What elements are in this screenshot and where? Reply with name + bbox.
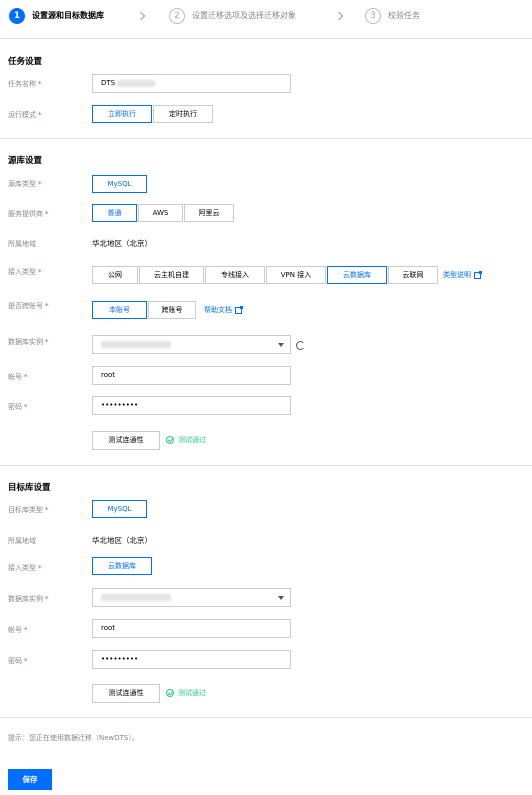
target-account-label: 帐号 * [8,626,28,634]
run-mode-immediate-button[interactable]: 立即执行 [92,105,152,123]
source-type-label: 源库类型 * [8,180,42,188]
source-password-input[interactable]: ••••••••• [92,396,291,415]
source-account-input[interactable]: root [92,366,291,385]
target-password-label: 密码 * [8,657,28,665]
target-password-input[interactable]: ••••••••• [92,650,291,669]
step-2-number: 2 [169,8,185,24]
help-doc-link[interactable]: 帮助文档 [204,305,243,315]
provider-label: 服务提供商 * [8,210,49,218]
cross-account-other-button[interactable]: 跨账号 [148,301,196,319]
step-1-label: 设置源和目标数据库 [32,11,104,20]
target-type-mysql-button[interactable]: MySQL [92,500,147,518]
run-mode-label: 运行模式 * [8,111,42,119]
target-instance-select[interactable] [92,588,291,607]
chevron-right-icon [136,11,146,21]
target-account-input[interactable]: root [92,619,291,638]
access-cloud-db-button[interactable]: 云数据库 [327,266,387,284]
source-region-value: 华北地区（北京） [92,239,152,248]
divider [0,138,532,139]
target-test-connection-button[interactable]: 测试连通性 [92,684,160,703]
target-access-label: 接入类型 * [8,564,42,572]
source-access-label: 接入类型 * [8,268,42,276]
step-3-label: 校验任务 [388,11,420,20]
section-title-task: 任务设置 [8,57,43,67]
refresh-icon[interactable] [296,341,305,350]
source-test-result: 测试通过 [166,435,206,445]
cross-account-self-button[interactable]: 本账号 [92,301,147,319]
chevron-down-icon [278,596,284,600]
provider-normal-button[interactable]: 普通 [92,204,137,222]
source-account-label: 帐号 * [8,373,28,381]
external-link-icon [235,305,243,314]
step-1-number: 1 [9,8,25,24]
check-circle-icon [166,689,174,697]
external-link-icon [474,270,482,279]
task-name-label: 任务名称 * [8,80,42,88]
task-name-input[interactable]: DTS [92,74,291,93]
step-3-number: 3 [365,8,381,24]
access-public-button[interactable]: 公网 [92,266,138,284]
access-ccn-button[interactable]: 云联网 [388,266,438,284]
access-vpn-button[interactable]: VPN 接入 [266,266,326,284]
divider [0,717,532,718]
divider [0,465,532,466]
access-type-help-link[interactable]: 类型说明 [443,270,482,280]
target-instance-label: 数据库实例 * [8,595,49,603]
source-instance-select[interactable] [92,335,291,354]
target-test-result: 测试通过 [166,688,206,698]
hint-text: 提示：您正在使用数据迁移（NewDTS）。 [8,734,139,742]
step-2-label: 设置迁移选项及选择迁移对象 [192,11,296,20]
target-type-label: 目标库类型 * [8,506,49,514]
section-title-target: 目标库设置 [8,483,51,493]
provider-aws-button[interactable]: AWS [138,204,183,222]
target-access-cloud-db-button[interactable]: 云数据库 [92,557,152,575]
divider [0,38,532,39]
section-title-source: 源库设置 [8,156,43,166]
access-direct-connect-button[interactable]: 专线接入 [205,266,265,284]
chevron-right-icon [334,11,344,21]
source-type-mysql-button[interactable]: MySQL [92,175,147,193]
source-test-connection-button[interactable]: 测试连通性 [92,431,160,450]
access-cvm-button[interactable]: 云主机自建 [139,266,204,284]
save-button[interactable]: 保存 [8,769,52,790]
target-region-value: 华北地区（北京） [92,536,152,545]
cross-account-label: 是否跨账号 * [8,302,49,310]
chevron-down-icon [278,343,284,347]
source-password-label: 密码 * [8,403,28,411]
provider-aliyun-button[interactable]: 阿里云 [184,204,234,222]
source-region-label: 所属地域 [8,240,36,248]
source-instance-label: 数据库实例 * [8,338,49,346]
target-region-label: 所属地域 [8,537,36,545]
run-mode-scheduled-button[interactable]: 定时执行 [153,105,213,123]
check-circle-icon [166,436,174,444]
